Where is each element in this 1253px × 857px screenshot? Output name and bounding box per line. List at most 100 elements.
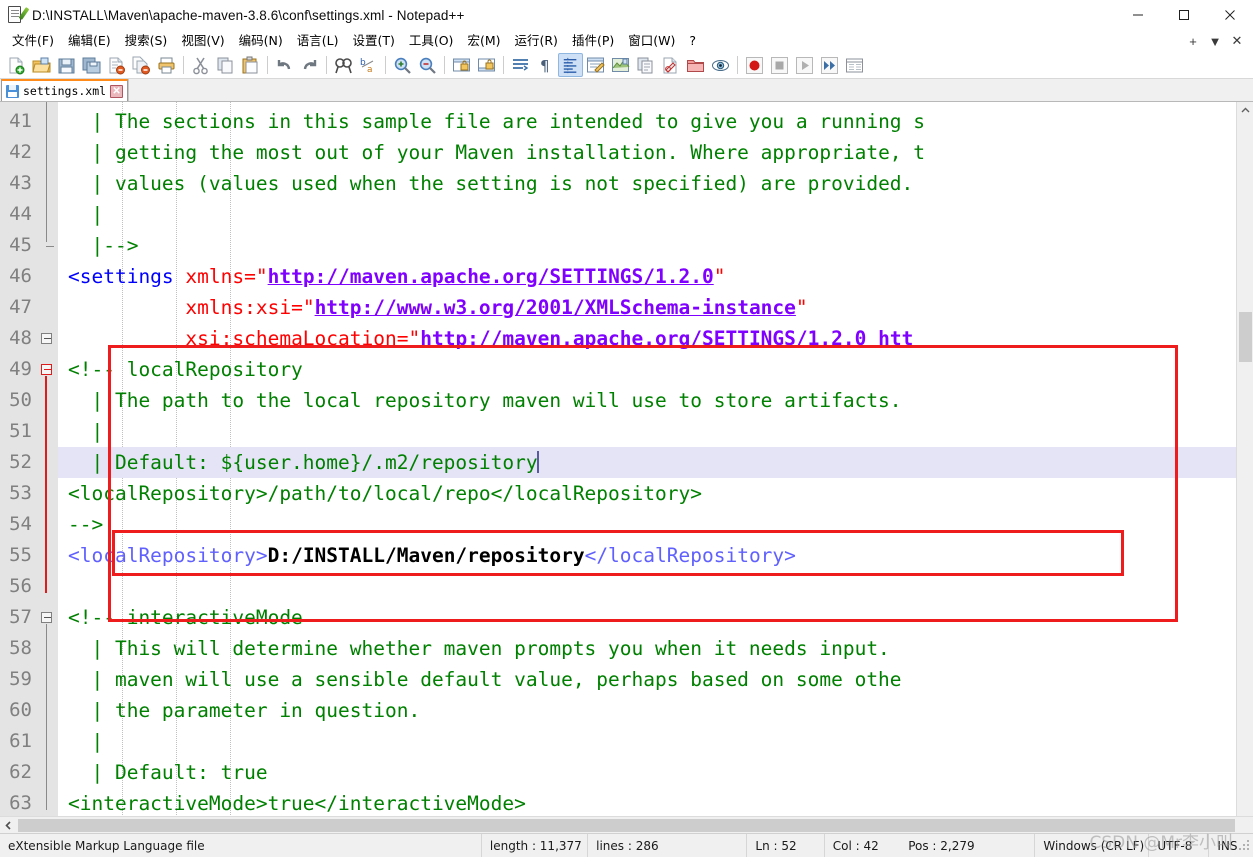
redo-icon[interactable]: [297, 53, 322, 77]
zoom-in-icon[interactable]: [390, 53, 415, 77]
sync-vertical-scroll-icon[interactable]: [449, 53, 474, 77]
code-line[interactable]: -->: [58, 509, 1236, 540]
fold-cell[interactable]: [38, 447, 58, 478]
new-file-icon[interactable]: [4, 53, 29, 77]
save-all-icon[interactable]: [79, 53, 104, 77]
run-macro-multiple-icon[interactable]: [817, 53, 842, 77]
tab-settings-xml[interactable]: settings.xml ✕: [1, 79, 129, 101]
paste-icon[interactable]: [238, 53, 263, 77]
play-macro-icon[interactable]: [792, 53, 817, 77]
code-content[interactable]: | The sections in this sample file are i…: [58, 102, 1236, 816]
replace-icon[interactable]: b a: [356, 53, 381, 77]
fold-cell[interactable]: [38, 695, 58, 726]
menu-run[interactable]: 运行(R): [507, 31, 564, 52]
close-button[interactable]: [1207, 0, 1253, 30]
fold-toggle-icon[interactable]: [41, 333, 52, 344]
save-macro-icon[interactable]: [842, 53, 867, 77]
code-line[interactable]: | getting the most out of your Maven ins…: [58, 137, 1236, 168]
stop-macro-icon[interactable]: [767, 53, 792, 77]
fold-toggle-icon-active[interactable]: [41, 364, 52, 375]
menu-file[interactable]: 文件(F): [5, 31, 61, 52]
fold-cell[interactable]: [38, 106, 58, 137]
code-line[interactable]: <localRepository>D:/INSTALL/Maven/reposi…: [58, 540, 1236, 571]
user-defined-language-icon[interactable]: [583, 53, 608, 77]
code-line[interactable]: <!-- localRepository: [58, 354, 1236, 385]
print-icon[interactable]: [154, 53, 179, 77]
fold-cell[interactable]: [38, 571, 58, 602]
menu-edit[interactable]: 编辑(E): [61, 31, 118, 52]
show-document-map-icon[interactable]: [608, 53, 633, 77]
resize-grip-icon[interactable]: [1237, 838, 1252, 853]
zoom-out-icon[interactable]: [415, 53, 440, 77]
code-line[interactable]: |-->: [58, 230, 1236, 261]
horizontal-scrollbar[interactable]: [0, 816, 1253, 833]
code-line[interactable]: | Default: true: [58, 757, 1236, 788]
code-line[interactable]: |: [58, 416, 1236, 447]
record-macro-icon[interactable]: [742, 53, 767, 77]
code-line[interactable]: xsi:schemaLocation="http://maven.apache.…: [58, 323, 1236, 354]
code-line[interactable]: | values (values used when the setting i…: [58, 168, 1236, 199]
vertical-scroll-thumb[interactable]: [1239, 312, 1252, 362]
fold-cell[interactable]: [38, 540, 58, 571]
menu-settings[interactable]: 设置(T): [345, 31, 401, 52]
fold-margin[interactable]: [38, 102, 58, 816]
fold-cell[interactable]: [38, 509, 58, 540]
cut-icon[interactable]: [188, 53, 213, 77]
monitoring-icon[interactable]: [708, 53, 733, 77]
code-line[interactable]: |: [58, 199, 1236, 230]
fold-cell[interactable]: [38, 633, 58, 664]
menu-window[interactable]: 窗口(W): [621, 31, 682, 52]
vertical-scrollbar[interactable]: [1236, 102, 1253, 816]
fold-cell[interactable]: [38, 261, 58, 292]
vertical-scroll-track[interactable]: [1237, 119, 1253, 816]
undo-icon[interactable]: [272, 53, 297, 77]
menu-language[interactable]: 语言(L): [290, 31, 346, 52]
code-line[interactable]: [58, 571, 1236, 602]
close-all-icon[interactable]: [129, 53, 154, 77]
fold-cell[interactable]: [38, 726, 58, 757]
scroll-left-arrow[interactable]: [0, 817, 17, 834]
close-file-icon[interactable]: [104, 53, 129, 77]
document-switcher-icon[interactable]: [658, 53, 683, 77]
fold-cell[interactable]: [38, 199, 58, 230]
code-line[interactable]: <!-- interactiveMode: [58, 602, 1236, 633]
tab-close-icon[interactable]: ✕: [110, 84, 124, 98]
code-line[interactable]: <settings xmlns="http://maven.apache.org…: [58, 261, 1236, 292]
fold-cell[interactable]: [38, 416, 58, 447]
doc-add-button[interactable]: +: [1183, 31, 1203, 51]
code-line[interactable]: | Default: ${user.home}/.m2/repository: [58, 447, 1236, 478]
word-wrap-icon[interactable]: [508, 53, 533, 77]
code-line[interactable]: | The sections in this sample file are i…: [58, 106, 1236, 137]
doc-list-button[interactable]: ▼: [1205, 31, 1225, 51]
fold-toggle-icon[interactable]: [41, 612, 52, 623]
fold-cell[interactable]: [38, 757, 58, 788]
menu-view[interactable]: 视图(V): [174, 31, 231, 52]
menu-help[interactable]: ?: [682, 31, 703, 52]
find-icon[interactable]: [331, 53, 356, 77]
copy-icon[interactable]: [213, 53, 238, 77]
code-line[interactable]: | The path to the local repository maven…: [58, 385, 1236, 416]
fold-cell[interactable]: [38, 292, 58, 323]
save-icon[interactable]: [54, 53, 79, 77]
code-line[interactable]: xmlns:xsi="http://www.w3.org/2001/XMLSch…: [58, 292, 1236, 323]
menu-search[interactable]: 搜索(S): [118, 31, 175, 52]
folder-workspace-icon[interactable]: [683, 53, 708, 77]
code-line[interactable]: | This will determine whether maven prom…: [58, 633, 1236, 664]
horizontal-scroll-thumb[interactable]: [18, 818, 1235, 832]
fold-cell[interactable]: [38, 664, 58, 695]
code-line[interactable]: | the parameter in question.: [58, 695, 1236, 726]
fold-cell[interactable]: [38, 385, 58, 416]
code-line[interactable]: | maven will use a sensible default valu…: [58, 664, 1236, 695]
menu-macro[interactable]: 宏(M): [460, 31, 507, 52]
code-line[interactable]: <localRepository>/path/to/local/repo</lo…: [58, 478, 1236, 509]
function-list-icon[interactable]: [633, 53, 658, 77]
code-line[interactable]: |: [58, 726, 1236, 757]
scroll-up-arrow[interactable]: [1237, 102, 1253, 119]
indent-guideline-icon[interactable]: [558, 53, 583, 77]
fold-cell[interactable]: [38, 168, 58, 199]
menu-tools[interactable]: 工具(O): [402, 31, 461, 52]
sync-horizontal-scroll-icon[interactable]: [474, 53, 499, 77]
show-all-characters-icon[interactable]: ¶: [533, 53, 558, 77]
code-line[interactable]: <interactiveMode>true</interactiveMode>: [58, 788, 1236, 816]
doc-close-button[interactable]: ✕: [1227, 31, 1247, 51]
